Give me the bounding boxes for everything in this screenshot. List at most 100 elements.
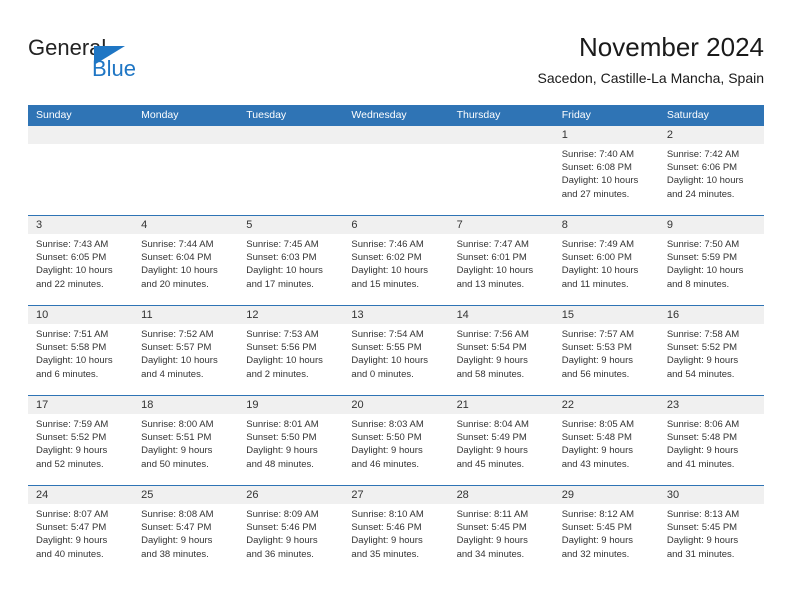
day-cell[interactable]: 28 Sunrise: 8:11 AM Sunset: 5:45 PM Dayligh…: [449, 486, 554, 576]
sunrise-text: Sunrise: 7:44 AM: [141, 239, 214, 250]
day-cell[interactable]: 17 Sunrise: 7:59 AM Sunset: 5:52 PM Dayligh…: [28, 396, 133, 486]
day-detail: Sunrise: 8:12 AM Sunset: 5:45 PM Daylight:…: [562, 508, 655, 561]
sunset-text: Sunset: 5:47 PM: [141, 522, 212, 534]
day-cell[interactable]: 27 Sunrise: 8:10 AM Sunset: 5:46 PM Dayligh…: [343, 486, 448, 576]
day-cell[interactable]: 19 Sunrise: 8:01 AM Sunset: 5:50 PM Dayligh…: [238, 396, 343, 486]
day-detail: Sunrise: 7:52 AM Sunset: 5:57 PM Daylight:…: [141, 328, 234, 381]
daylight-line-2: and 40 minutes.: [36, 548, 104, 560]
sunrise-text: Sunrise: 8:12 AM: [561, 509, 635, 520]
daylight-line-1: Daylight: 10 hours: [141, 355, 218, 367]
daylight-line-1: Daylight: 9 hours: [666, 535, 739, 547]
calendar-week-row: 3 Sunrise: 7:43 AM Sunset: 6:05 PM Daylight…: [28, 215, 764, 305]
page-title: November 2024: [579, 32, 764, 62]
day-cell-empty: [449, 126, 554, 216]
day-detail: Sunrise: 8:10 AM Sunset: 5:46 PM Daylight:…: [351, 508, 444, 561]
daylight-line-1: Daylight: 9 hours: [561, 535, 633, 547]
day-cell[interactable]: 6 Sunrise: 7:46 AM Sunset: 6:02 PM Daylight…: [343, 216, 448, 306]
day-cell[interactable]: 22 Sunrise: 8:05 AM Sunset: 5:48 PM Dayligh…: [554, 396, 659, 486]
day-cell[interactable]: 13 Sunrise: 7:54 AM Sunset: 5:55 PM Dayligh…: [343, 306, 448, 396]
day-number: 8: [561, 219, 568, 231]
day-number: [246, 126, 339, 144]
day-cell[interactable]: 30 Sunrise: 8:13 AM Sunset: 5:45 PM Dayligh…: [659, 486, 764, 576]
day-cell[interactable]: 16 Sunrise: 7:58 AM Sunset: 5:52 PM Dayligh…: [659, 306, 764, 396]
day-number: 16: [666, 309, 680, 321]
day-cell[interactable]: 5 Sunrise: 7:45 AM Sunset: 6:03 PM Daylight…: [238, 216, 343, 306]
day-cell[interactable]: 10 Sunrise: 7:51 AM Sunset: 5:58 PM Dayligh…: [28, 306, 133, 396]
day-cell[interactable]: 3 Sunrise: 7:43 AM Sunset: 6:05 PM Daylight…: [28, 216, 133, 306]
daylight-line-1: Daylight: 10 hours: [666, 265, 744, 277]
daylight-line-2: and 2 minutes.: [246, 368, 309, 380]
weekday-header-monday: Monday: [141, 109, 179, 121]
weekday-header-tuesday: Tuesday: [246, 109, 287, 121]
day-detail: Sunrise: 7:40 AM Sunset: 6:08 PM Daylight:…: [562, 148, 655, 201]
week-cells: 10 Sunrise: 7:51 AM Sunset: 5:58 PM Dayligh…: [28, 306, 764, 396]
day-cell[interactable]: 25 Sunrise: 8:08 AM Sunset: 5:47 PM Dayligh…: [133, 486, 238, 576]
sunrise-text: Sunrise: 8:00 AM: [141, 419, 214, 430]
day-cell[interactable]: 9 Sunrise: 7:50 AM Sunset: 5:59 PM Daylight…: [659, 216, 764, 306]
day-number: 22: [561, 399, 574, 411]
weekday-header-sunday: Sunday: [36, 109, 72, 121]
sunrise-text: Sunrise: 8:03 AM: [351, 419, 424, 430]
day-number: [457, 126, 550, 144]
sunset-text: Sunset: 6:04 PM: [141, 252, 212, 264]
sunset-text: Sunset: 6:05 PM: [36, 252, 107, 264]
day-detail: Sunrise: 7:51 AM Sunset: 5:58 PM Daylight:…: [36, 328, 129, 381]
day-detail: Sunrise: 8:05 AM Sunset: 5:48 PM Daylight:…: [562, 418, 655, 471]
sunrise-text: Sunrise: 7:58 AM: [666, 329, 740, 340]
day-cell[interactable]: 24 Sunrise: 8:07 AM Sunset: 5:47 PM Dayligh…: [28, 486, 133, 576]
day-cell[interactable]: 23 Sunrise: 8:06 AM Sunset: 5:48 PM Dayligh…: [659, 396, 764, 486]
day-detail: Sunrise: 7:49 AM Sunset: 6:00 PM Daylight:…: [562, 238, 655, 291]
calendar-week-row: 24 Sunrise: 8:07 AM Sunset: 5:47 PM Dayligh…: [28, 485, 764, 575]
daylight-line-1: Daylight: 9 hours: [351, 535, 423, 547]
day-cell[interactable]: 18 Sunrise: 8:00 AM Sunset: 5:51 PM Dayligh…: [133, 396, 238, 486]
day-cell[interactable]: 21 Sunrise: 8:04 AM Sunset: 5:49 PM Dayligh…: [449, 396, 554, 486]
sunset-text: Sunset: 6:03 PM: [246, 252, 317, 264]
day-cell[interactable]: 7 Sunrise: 7:47 AM Sunset: 6:01 PM Daylight…: [449, 216, 554, 306]
daylight-line-2: and 6 minutes.: [36, 368, 99, 380]
daylight-line-2: and 52 minutes.: [36, 458, 104, 470]
day-detail: Sunrise: 7:57 AM Sunset: 5:53 PM Daylight:…: [562, 328, 655, 381]
day-cell[interactable]: 12 Sunrise: 7:53 AM Sunset: 5:56 PM Dayligh…: [238, 306, 343, 396]
day-detail: Sunrise: 8:07 AM Sunset: 5:47 PM Daylight:…: [36, 508, 129, 561]
sunset-text: Sunset: 6:01 PM: [456, 252, 527, 264]
sunrise-text: Sunrise: 8:05 AM: [561, 419, 635, 430]
day-number: 14: [456, 309, 469, 321]
day-number: 19: [246, 399, 259, 411]
sunrise-text: Sunrise: 8:04 AM: [456, 419, 529, 430]
sunrise-text: Sunrise: 7:42 AM: [666, 149, 740, 160]
day-number: 24: [36, 489, 49, 501]
day-cell[interactable]: 29 Sunrise: 8:12 AM Sunset: 5:45 PM Dayligh…: [554, 486, 659, 576]
sunset-text: Sunset: 5:49 PM: [456, 432, 527, 444]
daylight-line-1: Daylight: 9 hours: [456, 355, 528, 367]
sunrise-text: Sunrise: 7:53 AM: [246, 329, 319, 340]
day-number: 15: [561, 309, 574, 321]
day-cell[interactable]: 8 Sunrise: 7:49 AM Sunset: 6:00 PM Daylight…: [554, 216, 659, 306]
day-cell[interactable]: 11 Sunrise: 7:52 AM Sunset: 5:57 PM Dayligh…: [133, 306, 238, 396]
day-number: 5: [246, 219, 253, 231]
title-block: November 2024 Sacedon, Castille-La Manch…: [538, 30, 764, 89]
daylight-line-1: Daylight: 10 hours: [351, 265, 428, 277]
day-detail: Sunrise: 8:08 AM Sunset: 5:47 PM Daylight:…: [141, 508, 234, 561]
sunset-text: Sunset: 5:56 PM: [246, 342, 317, 354]
calendar-week-row: 10 Sunrise: 7:51 AM Sunset: 5:58 PM Dayligh…: [28, 305, 764, 395]
day-number: 29: [561, 489, 574, 501]
calendar-grid: Sunday Monday Tuesday Wednesday Thursday…: [28, 105, 764, 575]
daylight-line-1: Daylight: 10 hours: [456, 265, 534, 277]
day-cell[interactable]: 1 Sunrise: 7:40 AM Sunset: 6:08 PM Daylight…: [554, 126, 659, 216]
sunrise-text: Sunrise: 7:54 AM: [351, 329, 424, 340]
sunrise-text: Sunrise: 7:50 AM: [666, 239, 740, 250]
day-cell[interactable]: 4 Sunrise: 7:44 AM Sunset: 6:04 PM Daylight…: [133, 216, 238, 306]
day-cell[interactable]: 2 Sunrise: 7:42 AM Sunset: 6:06 PM Daylight…: [659, 126, 764, 216]
day-cell-empty: [28, 126, 133, 216]
day-cell[interactable]: 14 Sunrise: 7:56 AM Sunset: 5:54 PM Dayligh…: [449, 306, 554, 396]
day-cell[interactable]: 26 Sunrise: 8:09 AM Sunset: 5:46 PM Dayligh…: [238, 486, 343, 576]
day-detail: Sunrise: 8:11 AM Sunset: 5:45 PM Daylight:…: [457, 508, 550, 561]
day-cell[interactable]: 20 Sunrise: 8:03 AM Sunset: 5:50 PM Dayligh…: [343, 396, 448, 486]
daylight-line-2: and 58 minutes.: [456, 368, 525, 380]
day-cell[interactable]: 15 Sunrise: 7:57 AM Sunset: 5:53 PM Dayligh…: [554, 306, 659, 396]
day-detail: Sunrise: 8:03 AM Sunset: 5:50 PM Daylight:…: [351, 418, 444, 471]
daylight-line-2: and 31 minutes.: [666, 548, 735, 560]
sunset-text: Sunset: 5:47 PM: [36, 522, 107, 534]
generalblue-logo[interactable]: General Blue: [28, 36, 208, 88]
day-detail: Sunrise: 8:06 AM Sunset: 5:48 PM Daylight:…: [667, 418, 760, 471]
